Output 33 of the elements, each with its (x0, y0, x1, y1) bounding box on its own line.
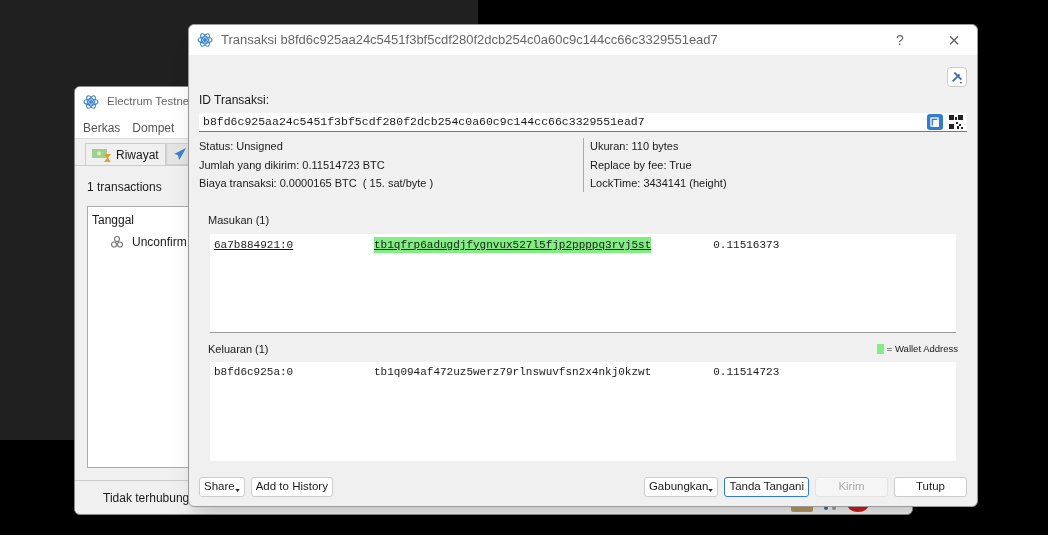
section-label: Keluaran (1) (208, 342, 270, 357)
status-text: Tidak terhubung (103, 489, 190, 507)
menu-item[interactable]: Berkas (83, 118, 121, 137)
button[interactable]: Share (199, 476, 245, 497)
button[interactable]: Add to History (250, 476, 333, 497)
transaction-count: 1 transactions (87, 179, 162, 196)
button[interactable]: Gabungkan (643, 476, 719, 497)
info-text: Replace by fee: True (590, 157, 693, 173)
outpoint-text: b8fd6c925a:0 (214, 365, 295, 381)
button[interactable]: Tutup (894, 476, 967, 497)
info-text: Status: Unsigned (199, 139, 284, 154)
amount-text: 0.11516373 (713, 237, 780, 253)
menu-item[interactable]: Dompet (132, 118, 175, 137)
info-text: Biaya transaksi: 0.0000165 BTC ( 15. sat/byte ) (199, 176, 435, 191)
address-text: tb1qfrp6adugdjfygnvux527l5fjp2ppppq3rvj5st (374, 236, 652, 254)
info-text: Ukuran: 110 bytes (590, 139, 680, 154)
column-header[interactable]: Tanggal (92, 211, 135, 229)
field-label: ID Transaksi: (199, 92, 270, 109)
transaction-id-field[interactable]: b8fd6c925aa24c5451f3bf5cdf280f2dcb254c0a60c9c144cc66c3329551ead7 (199, 113, 967, 132)
tab[interactable]: Riwayat (85, 143, 166, 165)
legend-text: = Wallet Address (886, 342, 958, 357)
transaction-status[interactable]: Unconfirm (132, 233, 187, 251)
address-text: tb1q094af472uz5werz79rlnswuvfsn2x4nkj0kzwt (374, 365, 652, 381)
close-button[interactable]: × (931, 25, 977, 55)
window-title: Electrum Testne (107, 94, 190, 110)
info-text: LockTime: 3434141 (height) (590, 176, 727, 191)
help-button[interactable]: ? (877, 25, 923, 55)
info-text: Jumlah yang dikirim: 0.11514723 BTC (199, 157, 386, 173)
section-label: Masukan (1) (208, 212, 270, 228)
button[interactable]: Tanda Tangani (724, 476, 809, 497)
amount-text: 0.11514723 (713, 365, 780, 381)
outpoint-text: 6a7b884921:0 (214, 237, 295, 253)
window-title: Transaksi b8fd6c925aa24c5451f3bf5cdf280f2dcb254c0a60c9c144cc66c3329551ead7 (221, 31, 719, 50)
